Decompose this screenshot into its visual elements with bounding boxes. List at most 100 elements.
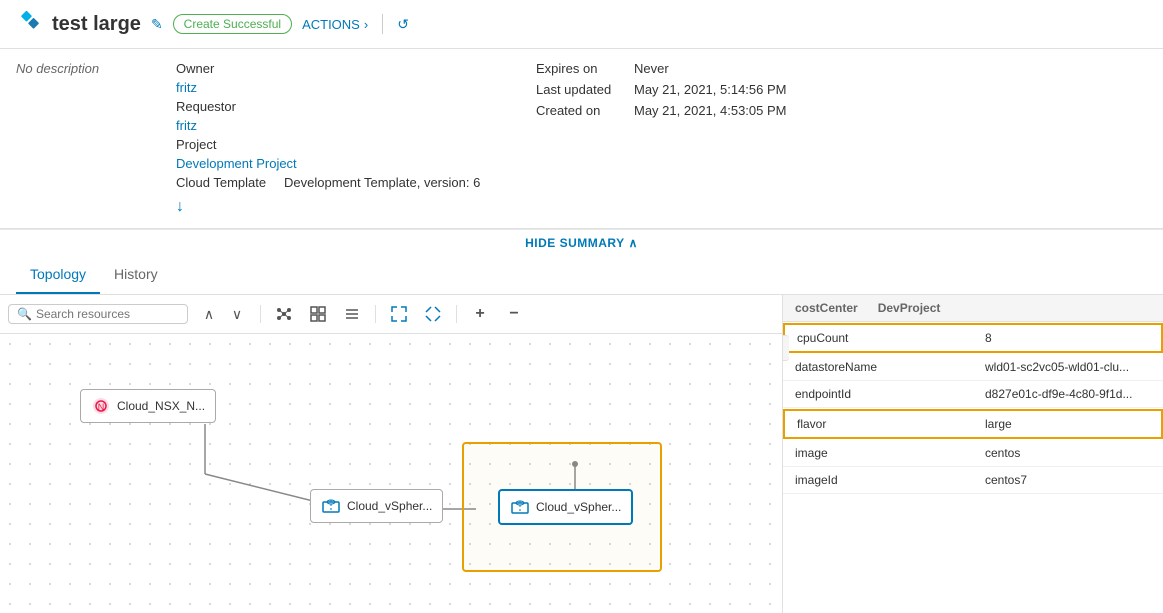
rp-key: cpuCount bbox=[785, 325, 973, 351]
app-logo-icon bbox=[16, 10, 44, 38]
rp-row: datastoreNamewld01-sc2vc05-wld01-clu... bbox=[783, 354, 1163, 381]
right-panel: » costCenter DevProject cpuCount8datasto… bbox=[783, 295, 1163, 613]
rp-value: centos bbox=[973, 440, 1163, 466]
node-vsphere2[interactable]: Cloud_vSpher... bbox=[498, 489, 633, 525]
actions-button[interactable]: ACTIONS › bbox=[302, 17, 368, 32]
vsphere1-icon bbox=[321, 496, 341, 516]
rp-col1-header: costCenter bbox=[795, 301, 858, 315]
cloud-template-label: Cloud Template bbox=[176, 175, 276, 190]
project-value-row: Development Project bbox=[176, 156, 496, 171]
expand-all-button[interactable] bbox=[386, 301, 412, 327]
expires-label: Expires on bbox=[536, 61, 626, 76]
zoom-out-button[interactable]: − bbox=[501, 301, 527, 327]
collapse-all-button[interactable] bbox=[420, 301, 446, 327]
canvas-content[interactable]: N Cloud_NSX_N... bbox=[0, 334, 782, 610]
summary-right-details: Expires on Never Last updated May 21, 20… bbox=[536, 61, 786, 216]
right-panel-header: costCenter DevProject bbox=[783, 295, 1163, 322]
tab-topology[interactable]: Topology bbox=[16, 256, 100, 294]
nav-up-button[interactable]: ∧ bbox=[196, 301, 222, 327]
tab-history[interactable]: History bbox=[100, 256, 172, 294]
rp-row: cpuCount8 bbox=[783, 323, 1163, 353]
chevron-down-icon: › bbox=[364, 17, 368, 32]
rp-row: endpointIdd827e01c-df9e-4c80-9f1d... bbox=[783, 381, 1163, 408]
grid-icon bbox=[310, 306, 326, 322]
rp-value: large bbox=[973, 411, 1161, 437]
vsphere2-node-label: Cloud_vSpher... bbox=[536, 500, 621, 514]
last-updated-value: May 21, 2021, 5:14:56 PM bbox=[634, 82, 786, 97]
expand-panel-button[interactable]: » bbox=[783, 335, 789, 361]
expand-icon bbox=[391, 306, 407, 322]
nav-arrows: ∧ ∨ bbox=[196, 301, 250, 327]
owner-row: Owner bbox=[176, 61, 496, 76]
created-value: May 21, 2021, 4:53:05 PM bbox=[634, 103, 786, 118]
owner-label: Owner bbox=[176, 61, 276, 76]
topology-icon bbox=[276, 306, 292, 322]
search-icon: 🔍 bbox=[17, 307, 32, 321]
toolbar-separator-2 bbox=[375, 305, 376, 323]
rp-col2-header: DevProject bbox=[878, 301, 941, 315]
rp-value: wld01-sc2vc05-wld01-clu... bbox=[973, 354, 1163, 380]
toolbar-separator-3 bbox=[456, 305, 457, 323]
nsx-icon: N bbox=[91, 396, 111, 416]
vsphere1-node-label: Cloud_vSpher... bbox=[347, 499, 432, 513]
toolbar-separator-1 bbox=[260, 305, 261, 323]
header-divider bbox=[382, 14, 383, 34]
topology-area: 🔍 ∧ ∨ + bbox=[0, 295, 1163, 613]
no-description-text: No description bbox=[16, 61, 99, 76]
owner-value-row: fritz bbox=[176, 80, 496, 95]
collapse-icon bbox=[425, 306, 441, 322]
node-nsx[interactable]: N Cloud_NSX_N... bbox=[80, 389, 216, 423]
requestor-value[interactable]: fritz bbox=[176, 118, 197, 133]
nsx-node-label: Cloud_NSX_N... bbox=[117, 399, 205, 413]
search-input[interactable] bbox=[36, 307, 176, 321]
node-vsphere1[interactable]: Cloud_vSpher... bbox=[310, 489, 443, 523]
nav-down-button[interactable]: ∨ bbox=[224, 301, 250, 327]
rp-value: d827e01c-df9e-4c80-9f1d... bbox=[973, 381, 1163, 407]
list-icon bbox=[344, 306, 360, 322]
list-view-button[interactable] bbox=[339, 301, 365, 327]
requestor-value-row: fritz bbox=[176, 118, 496, 133]
requestor-label: Requestor bbox=[176, 99, 276, 114]
edit-title-button[interactable]: ✎ bbox=[151, 16, 163, 33]
rp-row: imageIdcentos7 bbox=[783, 467, 1163, 494]
last-updated-label: Last updated bbox=[536, 82, 626, 97]
hide-summary-button[interactable]: HIDE SUMMARY ∧ bbox=[0, 229, 1163, 256]
project-value[interactable]: Development Project bbox=[176, 156, 297, 171]
connector-lines bbox=[0, 334, 782, 610]
topology-toolbar: 🔍 ∧ ∨ + bbox=[0, 295, 782, 334]
tab-bar: Topology History bbox=[0, 256, 1163, 295]
rp-row: imagecentos bbox=[783, 440, 1163, 467]
app-title: test large bbox=[52, 13, 141, 36]
topology-canvas: 🔍 ∧ ∨ + bbox=[0, 295, 783, 613]
search-box: 🔍 bbox=[8, 304, 188, 324]
svg-text:N: N bbox=[98, 402, 105, 412]
cloud-template-row: Cloud Template Development Template, ver… bbox=[176, 175, 496, 190]
rp-key: flavor bbox=[785, 411, 973, 437]
download-row: ↓ bbox=[176, 194, 496, 216]
expires-value: Never bbox=[634, 61, 669, 76]
app-header: test large ✎ Create Successful ACTIONS ›… bbox=[0, 0, 1163, 49]
rp-value: 8 bbox=[973, 325, 1161, 351]
summary-section: No description Owner fritz Requestor fri… bbox=[0, 49, 1163, 229]
project-label: Project bbox=[176, 137, 276, 152]
app-logo: test large bbox=[16, 10, 141, 38]
rp-value: centos7 bbox=[973, 467, 1163, 493]
zoom-in-button[interactable]: + bbox=[467, 301, 493, 327]
rp-row: flavorlarge bbox=[783, 409, 1163, 439]
topology-view-button[interactable] bbox=[271, 301, 297, 327]
owner-value[interactable]: fritz bbox=[176, 80, 197, 95]
created-label: Created on bbox=[536, 103, 626, 118]
refresh-button[interactable]: ↺ bbox=[397, 16, 409, 33]
project-row: Project bbox=[176, 137, 496, 152]
rp-key: endpointId bbox=[783, 381, 973, 407]
cloud-template-value: Development Template, version: 6 bbox=[284, 175, 480, 190]
grid-view-button[interactable] bbox=[305, 301, 331, 327]
right-panel-table: cpuCount8datastoreNamewld01-sc2vc05-wld0… bbox=[783, 323, 1163, 494]
expires-row: Expires on Never bbox=[536, 61, 786, 76]
download-button[interactable]: ↓ bbox=[176, 198, 184, 216]
requestor-row: Requestor bbox=[176, 99, 496, 114]
chevron-up-icon: ∧ bbox=[629, 236, 638, 250]
rp-key: imageId bbox=[783, 467, 973, 493]
status-badge: Create Successful bbox=[173, 14, 292, 34]
rp-key: datastoreName bbox=[783, 354, 973, 380]
